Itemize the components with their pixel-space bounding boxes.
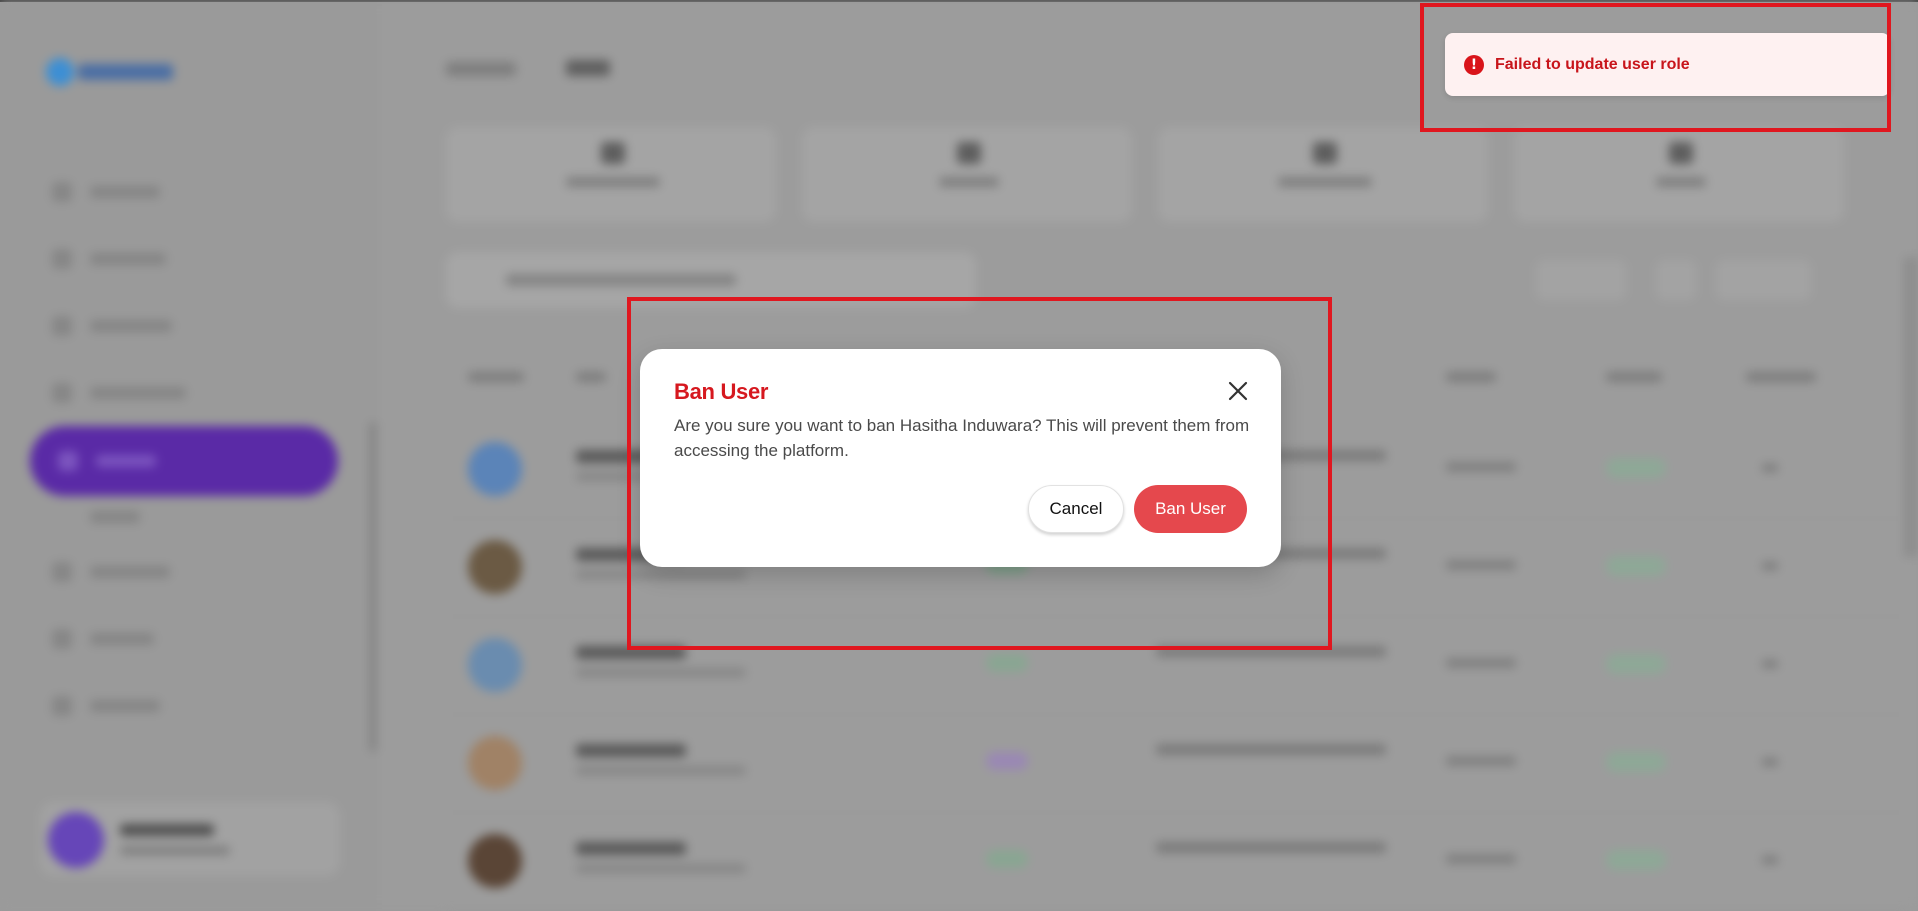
filter-button [1536, 260, 1626, 300]
sidebar-item [52, 562, 170, 582]
export-button [1716, 260, 1811, 300]
stat-card [802, 127, 1132, 222]
table-row [446, 714, 1906, 813]
sidebar-item [52, 182, 160, 202]
highlight-box-toast [1420, 3, 1891, 132]
sidebar-item [52, 316, 172, 336]
highlight-box-dialog [627, 297, 1332, 650]
sidebar-item [52, 696, 160, 716]
breadcrumb-current [566, 60, 610, 76]
sidebar-item [52, 383, 186, 403]
sidebar-item [52, 507, 140, 527]
sidebar-item-active [30, 426, 338, 496]
user-profile-card [40, 802, 340, 876]
stats-row [446, 127, 1906, 227]
stat-card [446, 127, 776, 222]
sidebar-item [52, 629, 154, 649]
stat-card [1514, 127, 1844, 222]
sidebar-item [52, 249, 166, 269]
stat-card [1158, 127, 1488, 222]
breadcrumb-root [446, 62, 516, 76]
main-scrollbar [1904, 257, 1918, 557]
table-row [446, 812, 1906, 911]
filter-icon [1656, 260, 1696, 300]
sidebar [0, 2, 378, 907]
app-logo [46, 54, 176, 90]
